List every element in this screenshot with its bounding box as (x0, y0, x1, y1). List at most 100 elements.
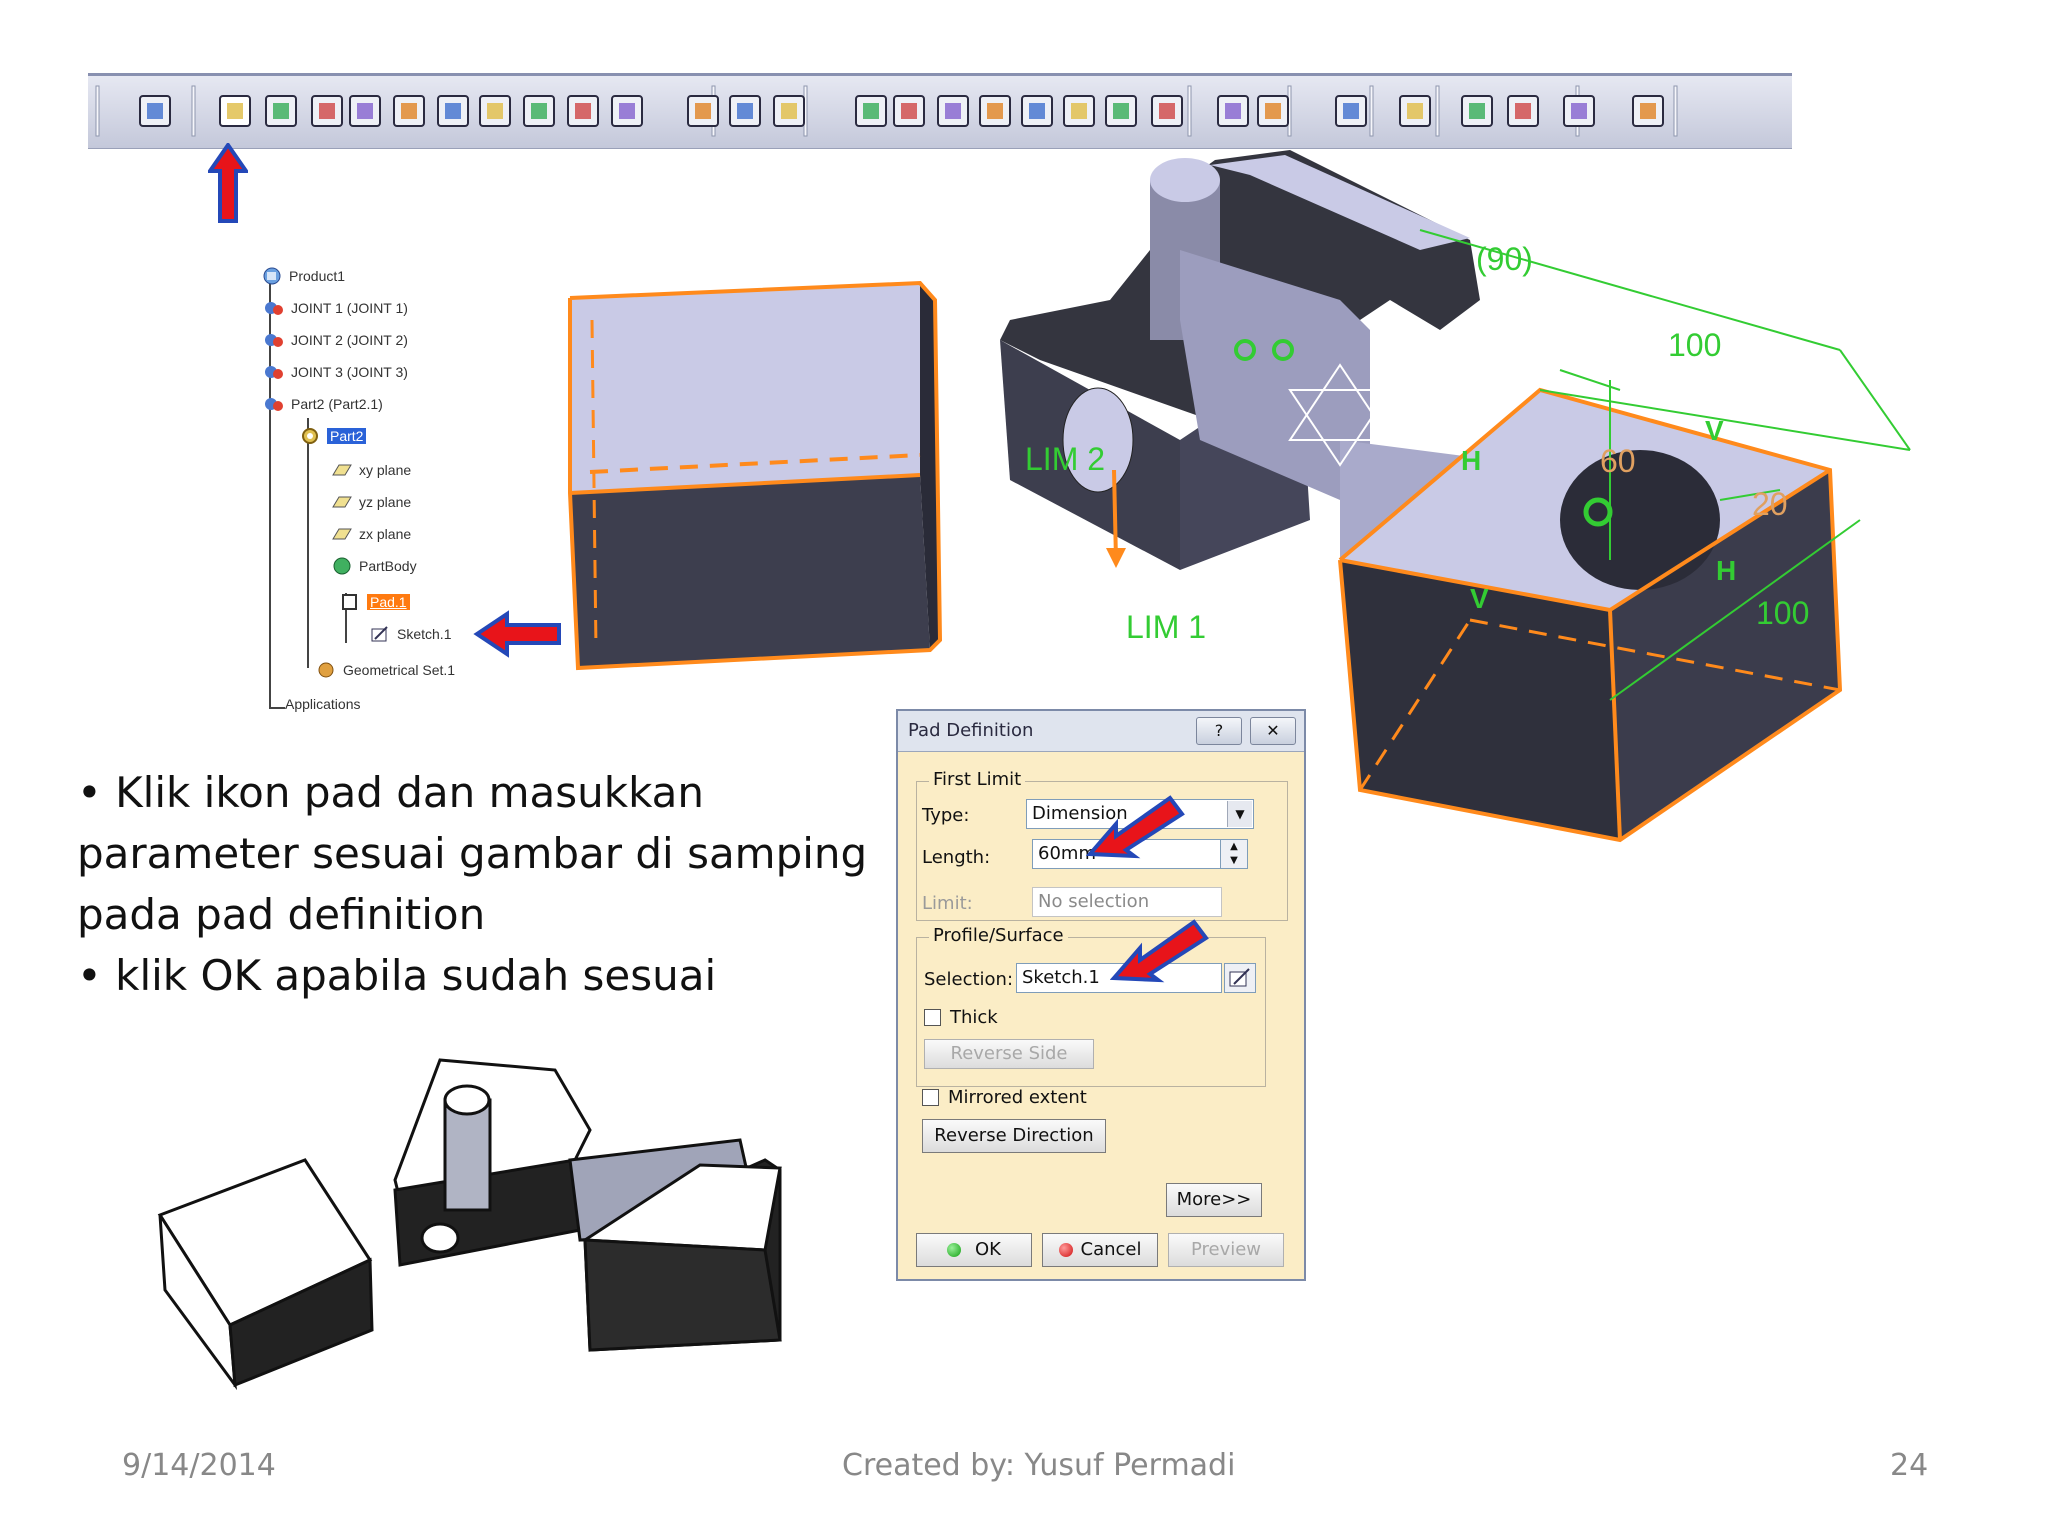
length-label: Length: (922, 847, 991, 868)
pad-icon[interactable] (219, 95, 251, 127)
thread-icon[interactable] (1105, 95, 1137, 127)
toolbar-separator (1673, 85, 1678, 137)
sketch-icon (371, 626, 388, 642)
close-button[interactable]: ✕ (1250, 717, 1296, 745)
tree-icon[interactable] (855, 95, 887, 127)
tree-item-xy-plane[interactable]: xy plane (331, 460, 411, 480)
stiffener-icon[interactable] (523, 95, 555, 127)
toolbar-separator (1435, 85, 1440, 137)
mirror-icon[interactable] (1257, 95, 1289, 127)
split-icon[interactable] (1151, 95, 1183, 127)
edge-fillet-icon[interactable] (893, 95, 925, 127)
reverse-direction-button[interactable]: Reverse Direction (922, 1119, 1106, 1153)
tree-item-applications[interactable]: Applications (285, 696, 361, 712)
sketch-edit-icon (1229, 968, 1250, 987)
red-arrow-length (1086, 795, 1185, 859)
ok-button[interactable]: OK (916, 1233, 1032, 1267)
tree-item-part2-node[interactable]: Part2 (299, 426, 367, 446)
joint-icon (265, 334, 283, 347)
reverse-side-button[interactable]: Reverse Side (924, 1039, 1094, 1069)
more-button[interactable]: More>> (1166, 1183, 1262, 1217)
pad-icon (342, 594, 357, 610)
mirrored-extent-label: Mirrored extent (948, 1087, 1087, 1108)
sketcher-icon[interactable] (139, 95, 171, 127)
instruction-line: • Klik ikon pad dan masukkan (77, 768, 705, 817)
tree-item-joint2[interactable]: JOINT 2 (JOINT 2) (263, 330, 408, 350)
help-button[interactable]: ? (1196, 717, 1242, 745)
grid-icon[interactable] (1507, 95, 1539, 127)
tree-item-part2[interactable]: Part2 (Part2.1) (263, 394, 383, 414)
geometrical-set-icon (318, 662, 334, 678)
measure-icon[interactable] (1461, 95, 1493, 127)
tree-item-joint1[interactable]: JOINT 1 (JOINT 1) (263, 298, 408, 318)
toolbar-separator (95, 85, 100, 137)
thick-checkbox[interactable] (924, 1009, 941, 1026)
spin-up-icon[interactable]: ▲ (1221, 840, 1247, 854)
part-icon (265, 398, 283, 411)
dimension-100-top: 100 (1668, 327, 1721, 363)
plane-icon (332, 496, 352, 508)
instruction-line: • klik OK apabila sudah sesuai (77, 951, 717, 1000)
vertical-constraint: V (1470, 583, 1489, 614)
hole-icon[interactable] (393, 95, 425, 127)
tree-item-product1[interactable]: Product1 (261, 266, 345, 286)
color-icon[interactable] (1399, 95, 1431, 127)
toolbar-separator (1369, 85, 1374, 137)
vertical-constraint: V (1705, 415, 1724, 446)
solid-combine-icon[interactable] (687, 95, 719, 127)
selection-label: Selection: (924, 969, 1014, 990)
tree-item-yz-plane[interactable]: yz plane (331, 492, 411, 512)
joint-icon (265, 302, 283, 315)
constraint-icon[interactable] (729, 95, 761, 127)
red-left-arrow (473, 610, 561, 658)
spin-down-icon[interactable]: ▼ (1221, 854, 1247, 868)
footer-page-number: 24 (1890, 1448, 1929, 1483)
tree-item-partbody[interactable]: PartBody (331, 556, 417, 576)
first-limit-title: First Limit (929, 769, 1026, 790)
tree-item-zx-plane[interactable]: zx plane (331, 524, 411, 544)
preview-button[interactable]: Preview (1168, 1233, 1284, 1267)
gear-icon (302, 428, 318, 444)
cancel-button[interactable]: Cancel (1042, 1233, 1158, 1267)
tree-item-sketch[interactable]: Sketch.1 (369, 624, 451, 644)
mirrored-extent-checkbox[interactable] (922, 1089, 939, 1106)
tree-item-pad[interactable]: Pad.1 (339, 592, 410, 612)
sketch-edit-button[interactable] (1224, 963, 1256, 993)
apply-material-icon[interactable] (1563, 95, 1595, 127)
catalog-icon[interactable] (773, 95, 805, 127)
slot-icon[interactable] (479, 95, 511, 127)
multi-section-icon[interactable] (567, 95, 599, 127)
toolbar-separator (1187, 85, 1192, 137)
rib-icon[interactable] (437, 95, 469, 127)
product-icon (263, 267, 281, 285)
dimension-90: (90) (1476, 241, 1533, 277)
tree-item-joint3[interactable]: JOINT 3 (JOINT 3) (263, 362, 408, 382)
draft-icon[interactable] (979, 95, 1011, 127)
limit-1-label: LIM 1 (1126, 609, 1206, 645)
shell-icon[interactable] (1021, 95, 1053, 127)
dimension-20: 20 (1752, 486, 1788, 522)
partbody-icon (333, 557, 351, 575)
length-spinner[interactable]: ▲ ▼ (1220, 839, 1248, 869)
shaft-icon[interactable] (311, 95, 343, 127)
chamfer-icon[interactable] (937, 95, 969, 127)
limit-field: No selection (1032, 887, 1222, 917)
instruction-line: pada pad definition (77, 890, 486, 939)
cancel-icon (1058, 1243, 1073, 1257)
chevron-down-icon[interactable]: ▼ (1227, 801, 1252, 827)
thickness-icon[interactable] (1063, 95, 1095, 127)
fit-all-icon[interactable] (1632, 95, 1664, 127)
tree-item-geometrical-set[interactable]: Geometrical Set.1 (315, 660, 455, 680)
translation-icon[interactable] (1217, 95, 1249, 127)
add-icon[interactable] (1335, 95, 1367, 127)
removed-multi-section-icon[interactable] (611, 95, 643, 127)
pad-preview-box (568, 280, 943, 671)
groove-icon[interactable] (349, 95, 381, 127)
pocket-icon[interactable] (265, 95, 297, 127)
red-up-arrow (208, 143, 248, 223)
type-label: Type: (922, 805, 970, 826)
thick-label: Thick (950, 1007, 998, 1028)
dialog-title-bar: Pad Definition ? ✕ (898, 711, 1304, 752)
plane-icon (332, 528, 352, 540)
horizontal-constraint: H (1716, 555, 1736, 586)
